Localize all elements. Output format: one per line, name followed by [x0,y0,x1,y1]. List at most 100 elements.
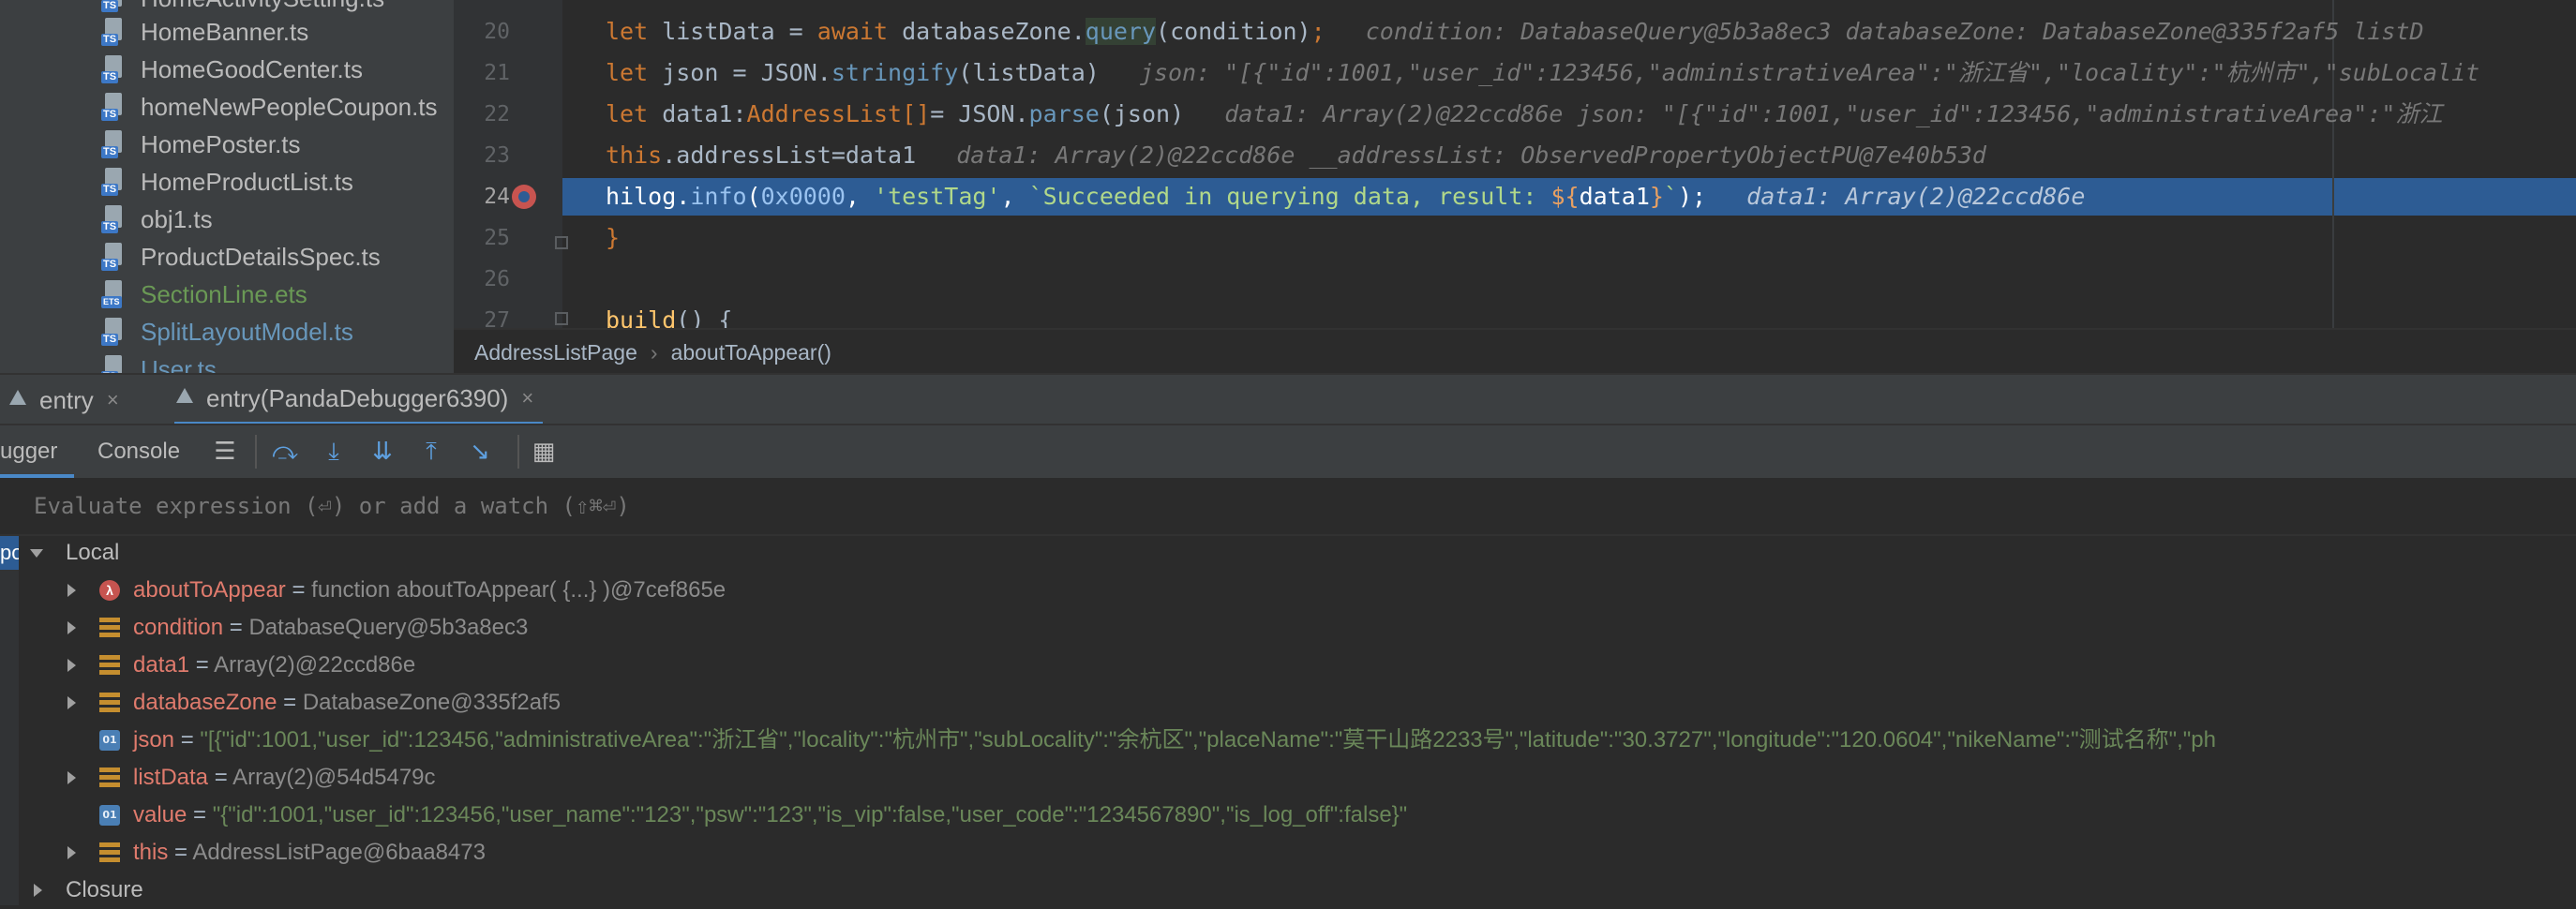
close-icon[interactable]: × [107,388,119,412]
template-literal: ` [1663,183,1678,210]
step-over-icon[interactable]: ⤼ [272,439,298,465]
tree-file-label: SplitLayoutModel.ts [141,317,353,346]
breadcrumb-item[interactable]: aboutToAppear() [671,340,831,365]
variable-row-value[interactable]: 01 value = "{"id":1001,"user_id":123456,"… [66,797,1407,834]
variable-name: json [133,727,175,753]
tree-file-item[interactable]: ETS SectionLine.ets [101,276,307,313]
file-icon: TS [101,205,127,233]
fold-marker-icon[interactable] [555,312,568,325]
run-to-cursor-icon[interactable]: ↘ [467,439,493,465]
code-text: (condition) [1156,18,1311,45]
frames-strip[interactable]: po [0,536,19,905]
equals-sign: = [168,840,193,865]
selected-frame[interactable]: po [0,536,19,570]
chevron-right-icon[interactable] [34,884,42,897]
close-icon[interactable]: × [521,386,533,410]
variable-name: data1 [133,652,190,678]
keyword: let [606,18,649,45]
closure-scope-node[interactable]: Closure [30,872,143,909]
scope-label: Closure [66,877,143,902]
method-name: parse [1028,100,1100,127]
template-literal: `Succeeded in querying data, result: [1028,183,1551,210]
tree-file-label: HomeBanner.ts [141,17,309,46]
step-into-icon[interactable]: ⤓ [321,439,347,465]
tab-entry-pandadebugger[interactable]: entry(PandaDebugger6390) × [174,375,544,425]
fold-marker-icon[interactable] [555,236,568,249]
inline-debug-value: json: "[{"id":1001,"user_id":123456,"adm… [1139,59,2480,86]
equals-sign: = [285,577,312,603]
tree-file-item[interactable]: TS HomePoster.ts [101,126,301,163]
tree-file-item[interactable]: TS SplitLayoutModel.ts [101,313,353,350]
chevron-right-icon[interactable] [67,584,76,597]
method-name: info [690,183,747,210]
code-line-21[interactable]: let json = JSON.stringify(listData) json… [606,54,2479,92]
breakpoint-icon[interactable] [512,185,536,209]
code-line-23[interactable]: this.addressList=data1 data1: Array(2)@2… [606,137,1986,174]
variable-value: DatabaseQuery@5b3a8ec3 [248,615,529,640]
tree-file-label: HomeGoodCenter.ts [141,54,364,83]
line-number[interactable]: 22 [454,96,510,133]
chevron-right-icon[interactable] [67,771,76,784]
code-line-25[interactable]: } [606,219,620,257]
code-line-24[interactable]: hilog.info(0x0000, 'testTag', `Succeeded… [606,178,2085,216]
step-out-icon[interactable]: ⤒ [418,439,444,465]
evaluate-expression-input[interactable] [34,489,2471,523]
tree-file-item[interactable]: TS HomeBanner.ts [101,13,308,51]
type-name: AddressList[] [746,100,931,127]
function-icon: λ [99,580,120,601]
line-number[interactable]: 24 [454,178,510,216]
tree-file-item[interactable]: TS homeNewPeopleCoupon.ts [101,88,438,126]
file-icon: TS [101,18,127,46]
tab-debugger[interactable]: ugger [0,425,75,478]
code-line-20[interactable]: let listData = await databaseZone.query(… [606,13,2424,51]
code-line-22[interactable]: let data1:AddressList[]= JSON.parse(json… [606,96,2442,133]
line-number[interactable]: 20 [454,13,510,51]
tab-console[interactable]: Console [97,425,180,478]
code-text: hilog. [606,183,691,210]
keyword: let [606,59,649,86]
force-step-into-icon[interactable]: ⇊ [369,439,396,465]
code-text: ${ [1550,183,1580,210]
line-number[interactable]: 21 [454,54,510,92]
string-literal: 'testTag' [874,183,1001,210]
code-text: = JSON. [930,100,1029,127]
variable-row-condition[interactable]: condition = DatabaseQuery@5b3a8ec3 [66,609,528,647]
keyword: let [606,100,649,127]
tree-file-item[interactable]: TS User.ts [101,350,217,373]
tree-file-item[interactable]: TS HomeGoodCenter.ts [101,51,363,88]
code-text: (listData) [958,59,1100,86]
line-number[interactable]: 26 [454,261,510,298]
inline-debug-value: data1: Array(2)@22ccd86e json: "[{"id":1… [1224,100,2443,127]
file-icon: TS [101,130,127,158]
variable-row-this[interactable]: this = AddressListPage@6baa8473 [66,834,486,872]
menu-icon[interactable]: ☰ [212,439,238,465]
file-icon: TS [101,355,127,373]
tab-entry[interactable]: entry × [7,375,119,425]
chevron-right-icon[interactable] [67,846,76,859]
line-number[interactable]: 23 [454,137,510,174]
variable-value: "{"id":1001,"user_id":123456,"user_name"… [212,802,1408,827]
chevron-down-icon[interactable] [30,549,43,558]
file-icon: TS [101,93,127,121]
line-number[interactable]: 25 [454,219,510,257]
evaluate-bar [0,478,2576,536]
evaluate-icon[interactable]: ▦ [531,439,557,465]
chevron-right-icon[interactable] [67,696,76,709]
inline-debug-value: data1: Array(2)@22ccd86e [1746,183,2086,210]
breadcrumb-item[interactable]: AddressListPage [474,340,637,365]
variable-row-data1[interactable]: data1 = Array(2)@22ccd86e [66,647,415,684]
local-scope-node[interactable]: Local [30,534,119,572]
variable-row-json[interactable]: 01 json = "[{"id":1001,"user_id":123456,"… [66,722,2216,759]
tree-file-item[interactable]: TS ProductDetailsSpec.ts [101,238,381,276]
tree-file-item[interactable]: TS HomeProductList.ts [101,163,353,201]
tree-file-item[interactable]: TS obj1.ts [101,201,213,238]
variable-name: aboutToAppear [133,577,286,603]
variable-value: DatabaseZone@335f2af5 [302,690,562,715]
variable-row-databasezone[interactable]: databaseZone = DatabaseZone@335f2af5 [66,684,561,722]
file-icon: TS [101,0,127,12]
variable-row-abouttoappear[interactable]: λ aboutToAppear = function aboutToAppear(… [66,572,726,609]
chevron-right-icon[interactable] [67,621,76,634]
chevron-right-icon[interactable] [67,659,76,672]
variable-row-listdata[interactable]: listData = Array(2)@54d5479c [66,759,436,797]
tree-file-label: ProductDetailsSpec.ts [141,242,381,271]
